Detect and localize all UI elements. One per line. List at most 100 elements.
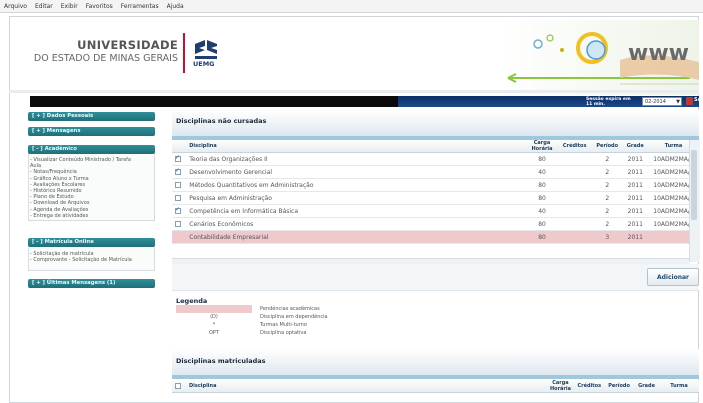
panel-title: Disciplinas não cursadas <box>176 117 267 125</box>
sidebar-item-entrega[interactable]: - Entrega de atividades <box>30 213 131 219</box>
legend-key-pending <box>176 305 252 313</box>
university-logo-text: UNIVERSIDADE DO ESTADO DE MINAS GERAIS <box>30 38 178 64</box>
table-row[interactable]: Pesquisa em Administração 80 2 2011 10ADM2MA… <box>172 191 699 205</box>
cell-carga: 80 <box>526 178 558 192</box>
cell-carga: 40 <box>526 165 558 179</box>
sidebar-section-academico[interactable]: [ - ] Acadêmico <box>28 145 155 154</box>
select-all-header[interactable] <box>172 380 186 393</box>
sidebar-section-matricula[interactable]: [ - ] Matrícula Online <box>28 238 155 247</box>
row-checkbox[interactable] <box>175 195 181 201</box>
table-row[interactable]: Métodos Quantitativos em Administração 80… <box>172 178 699 192</box>
browser-menu-item[interactable]: Arquivo <box>0 3 31 10</box>
select-cell <box>172 191 187 205</box>
cell-grade: 2011 <box>622 165 648 179</box>
sidebar-section-dados-pessoais[interactable]: [ + ] Dados Pessoais <box>28 112 155 121</box>
column-header-periodo: Período <box>604 380 635 393</box>
select-all-checkbox[interactable] <box>175 382 181 389</box>
column-header-creditos: Créditos <box>574 380 605 393</box>
legend-text-multiturno: Turmas Multi-turno <box>260 322 307 328</box>
cell-creditos <box>557 191 592 205</box>
cell-creditos <box>557 165 592 179</box>
sidebar-section-ultimas-mensagens[interactable]: [ + ] Últimas Mensagens (1) <box>28 279 155 288</box>
cell-creditos <box>557 204 592 218</box>
table-row[interactable]: Cenários Econômicos 80 2 2011 10ADM2MA/0 <box>172 217 699 231</box>
cell-periodo: 3 <box>591 230 623 244</box>
cell-grade: 2011 <box>622 230 648 244</box>
column-header-creditos: Créditos <box>557 140 592 153</box>
sidebar-matricula-items: - Solicitação de matrícula - Comprovante… <box>30 251 132 263</box>
sidebar-item-comprovante[interactable]: - Comprovante - Solicitação de Matrícula <box>30 257 132 263</box>
browser-menu-item[interactable]: Ajuda <box>163 3 188 10</box>
cell-carga: 80 <box>526 217 558 231</box>
legend-text-dependency: Disciplina em dependência <box>260 314 328 320</box>
table-row-pending[interactable]: Contabilidade Empresarial 80 3 2011 <box>172 230 699 244</box>
cell-carga: 80 <box>526 152 558 166</box>
user-info-bar <box>30 96 398 107</box>
logo-divider <box>183 33 185 73</box>
sidebar-academico-items: - Visualizar Conteúdo Ministrado / Taref… <box>30 157 131 219</box>
table-row[interactable]: Desenvolvimento Gerencial402201110ADM2MA… <box>172 165 699 179</box>
panel-band <box>172 375 699 379</box>
row-checkbox[interactable] <box>175 167 181 175</box>
row-checkbox[interactable] <box>175 182 181 188</box>
cell-periodo: 2 <box>591 178 623 192</box>
university-name: UNIVERSIDADE <box>77 38 178 52</box>
browser-menu-item[interactable]: Exibir <box>57 3 82 10</box>
header-divider <box>9 90 699 93</box>
select-cell <box>172 230 187 244</box>
university-subname: DO ESTADO DE MINAS GERAIS <box>33 53 178 64</box>
cell-carga: 80 <box>526 230 558 244</box>
cell-creditos <box>557 178 592 192</box>
cell-periodo: 2 <box>591 152 623 166</box>
scrollbar-thumb[interactable] <box>691 150 697 220</box>
column-header-carga: Carga Horária <box>546 380 575 393</box>
cell-grade: 2011 <box>622 152 648 166</box>
table-row[interactable]: Competência em Informática Básica40 22011… <box>172 204 699 218</box>
browser-menu-bar: Arquivo Editar Exibir Favoritos Ferramentas A… <box>0 0 703 13</box>
select-cell <box>172 204 187 218</box>
cell-periodo: 2 <box>591 165 623 179</box>
cell-grade: 2011 <box>622 178 648 192</box>
row-checkbox[interactable] <box>175 154 181 162</box>
exit-link[interactable]: Sai <box>694 97 703 103</box>
select-column-header <box>172 140 187 153</box>
cell-disciplina: Desenvolvimento Gerencial <box>186 165 527 179</box>
panel-title: Disciplinas matriculadas <box>176 357 266 365</box>
exit-icon[interactable] <box>686 97 693 105</box>
cell-disciplina: Teoria das Organizações II <box>186 152 527 166</box>
browser-menu-item[interactable]: Favoritos <box>82 3 117 10</box>
select-cell <box>172 165 187 179</box>
browser-menu-item[interactable]: Editar <box>31 3 57 10</box>
column-header-turma: Turma <box>659 380 699 393</box>
legend-key-multiturno: * <box>212 322 216 328</box>
cell-carga: 80 <box>526 191 558 205</box>
cell-disciplina: Competência em Informática Básica <box>186 204 527 218</box>
cell-periodo: 2 <box>591 191 623 205</box>
cell-disciplina: Contabilidade Empresarial <box>186 230 527 244</box>
sidebar-section-mensagens[interactable]: [ + ] Mensagens <box>28 127 155 136</box>
legend-key-dependency: (D) <box>210 314 218 320</box>
browser-menu-item[interactable]: Ferramentas <box>117 3 163 10</box>
select-cell <box>172 178 187 192</box>
header-art-text: www <box>628 41 689 66</box>
add-button[interactable]: Adicionar <box>647 268 699 286</box>
action-bar <box>172 264 699 291</box>
legend-text-optional: Disciplina optativa <box>260 330 307 336</box>
column-header-grade: Grade <box>634 380 660 393</box>
row-checkbox[interactable] <box>175 221 181 227</box>
table-row[interactable]: Teoria das Organizações II802201110ADM2M… <box>172 152 699 166</box>
header-globe-art: www <box>500 20 699 95</box>
cell-periodo: 2 <box>591 204 623 218</box>
cell-creditos <box>557 152 592 166</box>
column-header-carga: Carga Horária <box>526 140 558 153</box>
cell-creditos <box>557 217 592 231</box>
uemg-logo-icon <box>195 40 217 59</box>
sidebar-item-conteudo[interactable]: - Visualizar Conteúdo Ministrado / Taref… <box>30 157 131 163</box>
cell-carga: 40 <box>526 204 558 218</box>
term-select[interactable]: 02-2014 ▼ <box>642 97 682 106</box>
chevron-down-icon: ▼ <box>676 99 680 105</box>
row-checkbox[interactable] <box>175 206 181 214</box>
select-cell <box>172 217 187 231</box>
uemg-label: UEMG <box>193 60 215 68</box>
column-header-disciplina: Disciplina <box>186 140 527 153</box>
